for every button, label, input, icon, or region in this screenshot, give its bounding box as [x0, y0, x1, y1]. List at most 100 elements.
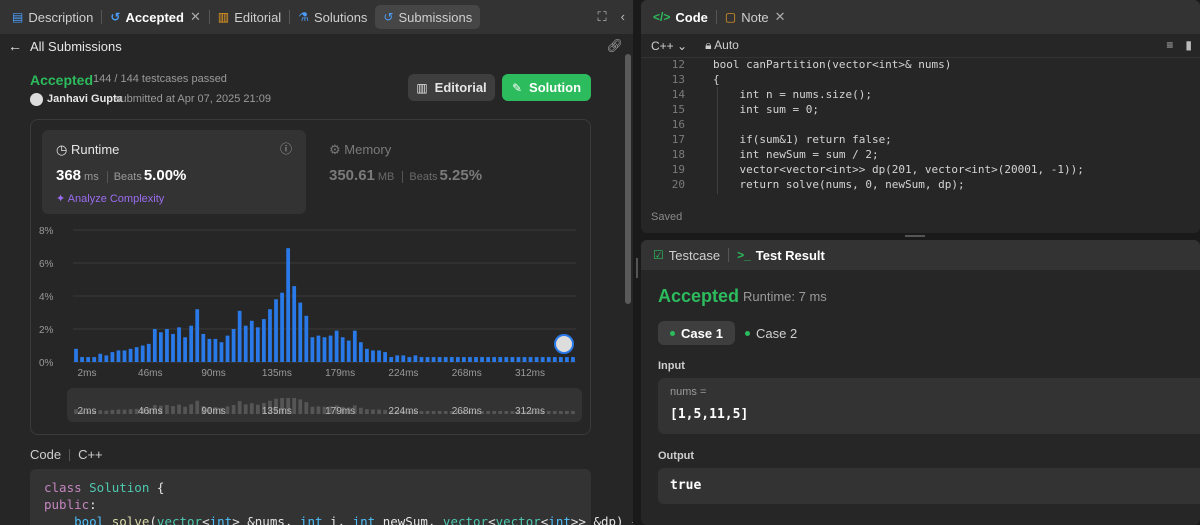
checkbox-icon: ☑ — [653, 248, 664, 262]
chart-bar — [413, 355, 418, 362]
chart-bar — [425, 357, 430, 362]
overview-x-tick-label: 179ms — [325, 406, 355, 417]
y-tick-label: 0% — [39, 358, 54, 369]
close-icon[interactable]: ✕ — [190, 9, 201, 25]
submitted-code[interactable]: class Solution {public: bool solve(vecto… — [30, 469, 633, 525]
auto-label: Auto — [714, 38, 739, 52]
tab-accepted[interactable]: ↺ Accepted ✕ — [102, 5, 209, 29]
overview-bar — [492, 410, 497, 414]
case-2-button[interactable]: Case 2 — [733, 321, 809, 345]
tab-description[interactable]: ▤ Description — [4, 5, 101, 29]
chart-bar — [486, 357, 491, 362]
overview-bar — [565, 410, 569, 414]
close-icon[interactable]: ✕ — [775, 9, 786, 25]
chart-bar — [534, 357, 539, 362]
chart-bar — [207, 338, 212, 362]
case-1-button[interactable]: Case 1 — [658, 321, 735, 345]
overview-bar — [358, 407, 363, 414]
chevron-left-icon[interactable]: ‹ — [621, 9, 625, 25]
horizontal-divider-grip[interactable] — [905, 235, 925, 237]
maximize-icon[interactable]: ⛶ — [598, 9, 607, 25]
memory-mb: 350.61 — [329, 167, 375, 184]
language-label: C++ — [651, 38, 674, 53]
chart-bar — [231, 329, 236, 362]
tab-submissions-label: Submissions — [398, 9, 473, 25]
tab-code[interactable]: </> Code — [645, 5, 716, 29]
overview-bar — [316, 406, 321, 414]
chart-bar — [213, 338, 218, 362]
line-number: 16 — [671, 118, 685, 131]
memory-title-label: Memory — [344, 142, 392, 157]
testcases-passed: 144 / 144 testcases passed — [93, 73, 227, 85]
chart-bar — [407, 357, 412, 362]
chart-bar — [268, 309, 272, 362]
editorial-button[interactable]: ▥ Editorial — [408, 74, 495, 101]
code-header: Code C++ — [30, 447, 103, 462]
overview-bar — [365, 409, 369, 414]
auto-mode[interactable]: 🔒︎ Auto — [705, 38, 739, 53]
code-token: < — [202, 514, 210, 525]
overview-bar — [165, 405, 169, 414]
chart-bar — [480, 357, 484, 362]
tab-submissions[interactable]: ↺ Submissions — [375, 5, 481, 29]
code-line: public: — [44, 496, 577, 513]
overview-bar — [298, 399, 303, 414]
language-select[interactable]: C++ ⌄ — [651, 39, 687, 53]
runtime-box[interactable]: ◷ Runtime ⓘ 368 ms Beats 5.00% ✦ Analyze Co… — [42, 130, 306, 214]
chart-bar — [431, 357, 436, 362]
memory-chip-icon: ⚙ — [329, 142, 341, 157]
solution-button[interactable]: ✎ Solution — [502, 74, 591, 101]
overview-bar — [110, 409, 115, 414]
overview-bar — [425, 410, 430, 414]
runtime-unit: ms — [84, 171, 99, 183]
chart-bar — [249, 320, 254, 362]
tab-editorial[interactable]: ▥ Editorial — [210, 5, 289, 29]
submitter-name[interactable]: Janhavi Gupta — [47, 93, 123, 105]
pass-dot-icon — [745, 330, 750, 336]
chart-bar — [395, 355, 400, 362]
line-code: vector<vector<int>> dp(201, vector<int>(… — [713, 163, 1084, 176]
x-tick-label: 179ms — [325, 368, 355, 379]
chart-bar — [298, 302, 303, 362]
chart-bar — [92, 357, 97, 362]
line-code: int newSum = sum / 2; — [713, 148, 879, 161]
editor-line: 18 int newSum = sum / 2; — [641, 147, 1200, 162]
code-token: : — [89, 497, 97, 512]
result-status: Accepted — [658, 286, 740, 306]
info-icon[interactable]: ⓘ — [280, 140, 292, 157]
editorial-button-label: Editorial — [434, 80, 487, 95]
memory-title[interactable]: ⚙ Memory — [329, 142, 391, 158]
chart-bar — [146, 343, 151, 362]
book-icon: ▥ — [416, 80, 428, 95]
tab-bar-actions: ⛶ ‹ — [598, 9, 625, 25]
code-token: int — [352, 514, 376, 525]
code-line: bool solve(vector<int> &nums, int i, int… — [44, 513, 633, 525]
bookmark-icon[interactable]: ▮ — [1185, 38, 1192, 52]
x-tick-label: 46ms — [138, 368, 162, 379]
history-icon: ↺ — [383, 10, 394, 24]
analyze-complexity-link[interactable]: ✦ Analyze Complexity — [56, 192, 164, 205]
link-icon[interactable]: 🔗︎ — [606, 38, 623, 54]
overview-bar — [431, 410, 436, 414]
memory-value: 350.61 MB Beats 5.25% — [329, 167, 482, 184]
overview-bar — [504, 410, 509, 414]
tab-note[interactable]: ▢ Note ✕ — [717, 5, 794, 29]
avatar[interactable] — [30, 93, 43, 106]
format-icon[interactable]: ≡ — [1166, 38, 1173, 52]
y-tick-label: 4% — [39, 292, 54, 303]
editor-lines[interactable]: 12 bool canPartition(vector<int>& nums) 13… — [641, 57, 1200, 192]
tab-testcase[interactable]: ☑ Testcase — [645, 243, 728, 267]
runtime-distribution-chart[interactable]: 8% 6% 4% 2% 0% 2ms 46ms 90ms 135ms 179ms 224ms 268m… — [31, 220, 592, 430]
overview-bar — [237, 401, 242, 414]
scrollbar[interactable] — [625, 54, 631, 304]
overview-bar — [443, 410, 448, 414]
tab-solutions[interactable]: ⚗ Solutions — [290, 5, 375, 29]
x-tick-label: 268ms — [452, 368, 482, 379]
tab-test-result[interactable]: >_ Test Result — [729, 243, 833, 267]
divider-grip[interactable] — [636, 258, 638, 278]
code-token: i, — [322, 514, 353, 525]
all-submissions-link[interactable]: ← All Submissions — [8, 38, 122, 54]
chart-bar — [262, 319, 266, 362]
